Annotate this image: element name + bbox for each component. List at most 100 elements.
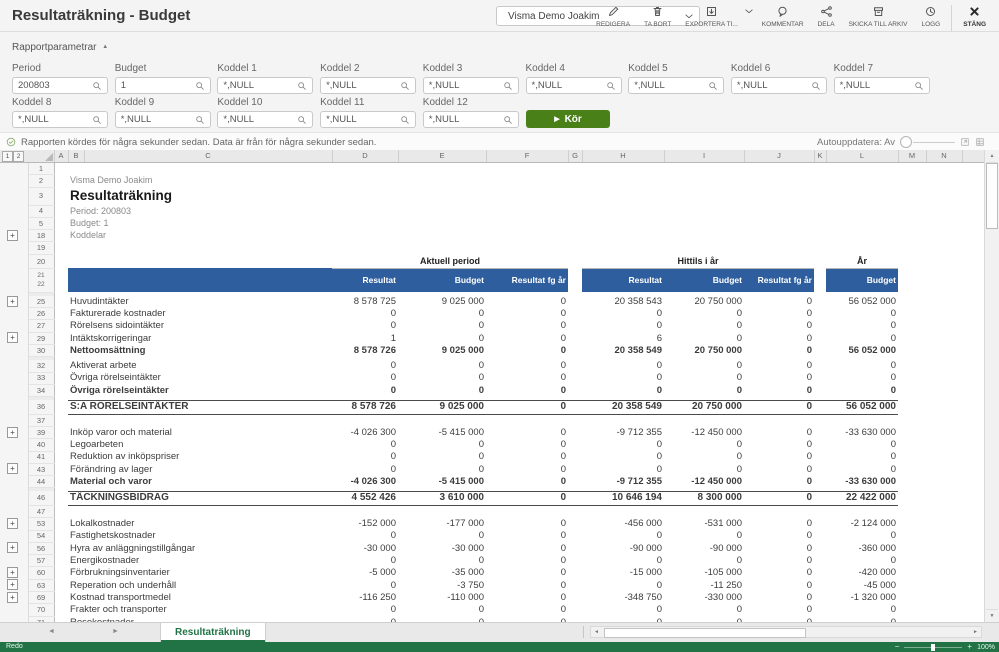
cell[interactable] xyxy=(54,400,68,414)
value-cell[interactable]: 0 xyxy=(664,439,744,451)
cell[interactable] xyxy=(68,414,984,426)
expand-row-53-button[interactable]: + xyxy=(7,518,18,529)
row-label[interactable]: Reperation och underhåll xyxy=(68,579,332,591)
column-header-a[interactable]: A xyxy=(54,150,68,163)
cell[interactable] xyxy=(814,463,826,475)
row-number-39[interactable]: 39 xyxy=(28,426,54,438)
value-cell[interactable]: 0 xyxy=(826,308,898,320)
row-number-33[interactable]: 33 xyxy=(28,372,54,384)
value-cell[interactable]: 20 750 000 xyxy=(664,296,744,308)
value-cell[interactable]: -5 415 000 xyxy=(398,476,486,488)
scroll-down-arrow-icon[interactable]: ▼ xyxy=(986,609,998,622)
value-cell[interactable]: 8 578 726 xyxy=(332,400,398,414)
row-number-32[interactable]: 32 xyxy=(28,360,54,372)
cell[interactable] xyxy=(68,505,984,517)
value-cell[interactable]: 0 xyxy=(744,592,814,604)
cell[interactable] xyxy=(568,332,582,344)
cell[interactable] xyxy=(814,320,826,332)
cell[interactable] xyxy=(898,491,926,505)
zoom-slider-thumb[interactable] xyxy=(931,644,935,651)
stäng-button[interactable]: STÄNG xyxy=(956,5,993,28)
value-cell[interactable]: 3 610 000 xyxy=(398,491,486,505)
cell[interactable] xyxy=(568,555,582,567)
value-cell[interactable]: 0 xyxy=(398,360,486,372)
cell[interactable] xyxy=(54,414,68,426)
value-cell[interactable]: -3 750 xyxy=(398,579,486,591)
value-cell[interactable]: 10 646 194 xyxy=(582,491,664,505)
cell[interactable] xyxy=(898,530,926,542)
value-cell[interactable]: -11 250 xyxy=(664,579,744,591)
cell[interactable] xyxy=(814,530,826,542)
value-cell[interactable]: 0 xyxy=(826,320,898,332)
value-cell[interactable]: 0 xyxy=(486,592,568,604)
value-cell[interactable]: 0 xyxy=(664,604,744,616)
row-label[interactable]: Intäktskorrigeringar xyxy=(68,332,332,344)
value-cell[interactable]: 4 552 426 xyxy=(332,491,398,505)
value-cell[interactable]: 0 xyxy=(486,555,568,567)
cell[interactable] xyxy=(898,426,926,438)
cell[interactable] xyxy=(898,604,926,616)
cell[interactable] xyxy=(926,384,962,396)
logg-button[interactable]: LOGG xyxy=(914,5,947,28)
cell[interactable] xyxy=(926,400,962,414)
value-cell[interactable]: 8 300 000 xyxy=(664,491,744,505)
cell[interactable] xyxy=(926,426,962,438)
row-number-47[interactable]: 47 xyxy=(28,505,54,517)
value-cell[interactable]: 0 xyxy=(744,308,814,320)
value-cell[interactable]: -9 712 355 xyxy=(582,476,664,488)
expand-row-56-button[interactable]: + xyxy=(7,542,18,553)
popout-icon[interactable] xyxy=(960,137,970,147)
cell[interactable] xyxy=(898,592,926,604)
row-number-1[interactable]: 1 xyxy=(28,163,54,175)
value-cell[interactable]: 0 xyxy=(744,332,814,344)
row-label[interactable]: Inköp varor och material xyxy=(68,426,332,438)
row-number-36[interactable]: 36 xyxy=(28,400,54,414)
row-label[interactable]: Rörelsens sidointäkter xyxy=(68,320,332,332)
row-label[interactable]: Reduktion av inköpspriser xyxy=(68,451,332,463)
cell[interactable] xyxy=(926,308,962,320)
cell[interactable] xyxy=(814,426,826,438)
cell[interactable] xyxy=(926,530,962,542)
sheet-tab-resultatrakning[interactable]: Resultaträkning xyxy=(160,623,266,642)
row-label[interactable]: Förbrukningsinventarier xyxy=(68,567,332,579)
value-cell[interactable]: -35 000 xyxy=(398,567,486,579)
horizontal-scrollbar[interactable]: ◄ ► xyxy=(590,626,982,638)
cell[interactable] xyxy=(568,579,582,591)
value-cell[interactable]: -110 000 xyxy=(398,592,486,604)
row-number-25[interactable]: 25 xyxy=(28,296,54,308)
column-header-f[interactable]: F xyxy=(486,150,568,163)
cell[interactable] xyxy=(568,254,582,268)
value-cell[interactable]: 0 xyxy=(744,530,814,542)
row-number-46[interactable]: 46 xyxy=(28,491,54,505)
cell[interactable] xyxy=(926,555,962,567)
cell[interactable] xyxy=(926,451,962,463)
cell[interactable] xyxy=(54,187,68,205)
value-cell[interactable]: 9 025 000 xyxy=(398,344,486,356)
value-cell[interactable]: 56 052 000 xyxy=(826,296,898,308)
value-cell[interactable]: 0 xyxy=(582,320,664,332)
param-koddel-3-input[interactable]: *,NULL xyxy=(423,77,519,94)
value-cell[interactable]: 0 xyxy=(486,344,568,356)
vertical-scroll-thumb[interactable] xyxy=(986,163,998,229)
value-cell[interactable]: 0 xyxy=(744,439,814,451)
cell[interactable] xyxy=(54,254,68,268)
value-cell[interactable]: 0 xyxy=(582,463,664,475)
cell[interactable] xyxy=(54,426,68,438)
value-cell[interactable]: 0 xyxy=(744,426,814,438)
report-meta[interactable]: Budget: 1 xyxy=(68,217,984,229)
value-cell[interactable]: 0 xyxy=(826,463,898,475)
value-cell[interactable]: -177 000 xyxy=(398,518,486,530)
value-cell[interactable]: 0 xyxy=(398,439,486,451)
cell[interactable] xyxy=(54,372,68,384)
cell[interactable] xyxy=(568,542,582,554)
cell[interactable] xyxy=(54,451,68,463)
value-cell[interactable]: 0 xyxy=(486,360,568,372)
cell[interactable] xyxy=(568,426,582,438)
cell[interactable] xyxy=(814,451,826,463)
cell[interactable] xyxy=(54,332,68,344)
value-cell[interactable]: 0 xyxy=(744,344,814,356)
row-label[interactable]: Nettoomsättning xyxy=(68,344,332,356)
value-cell[interactable]: 0 xyxy=(664,320,744,332)
cell[interactable] xyxy=(54,242,68,254)
row-number-27[interactable]: 27 xyxy=(28,320,54,332)
